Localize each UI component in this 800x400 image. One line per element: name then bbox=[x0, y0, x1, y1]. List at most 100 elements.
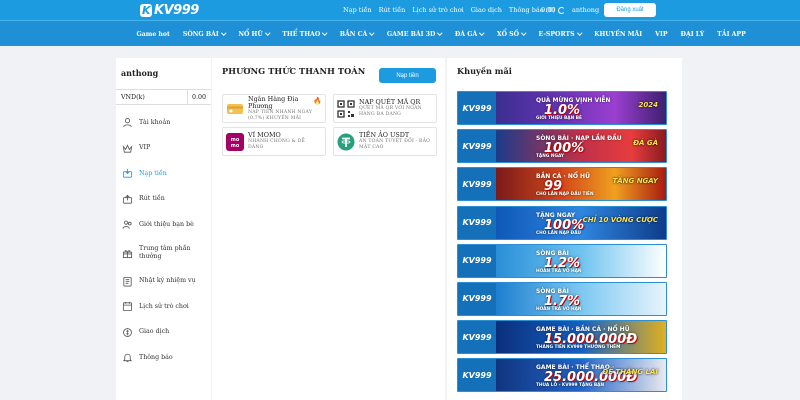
banner-tag: TẶNG NGAY bbox=[612, 177, 658, 186]
chevron-down-icon bbox=[221, 30, 227, 36]
banner-logo-text: KV999 bbox=[462, 332, 492, 342]
banner-art: TẶNG NGAY 100% CHO LẦN NẠP ĐẦU CHỈ 10 VÒNG … bbox=[496, 206, 666, 239]
flame-icon: 🔥 bbox=[313, 97, 322, 105]
top-link-game-history[interactable]: Lịch sử trò chơi bbox=[412, 6, 463, 14]
promo-banner-6[interactable]: KV999 GAME BÀI · BẮN CÁ · NỔ HŨ 15.000.000… bbox=[457, 320, 667, 355]
banner-logo-text: KV999 bbox=[462, 218, 492, 228]
chevron-down-icon bbox=[479, 30, 485, 36]
sidebar-item-5[interactable]: Trung tâm phần thưởng bbox=[116, 238, 211, 269]
chevron-down-icon bbox=[265, 30, 270, 36]
nav-item-7[interactable]: XỔ SỐ bbox=[490, 31, 532, 38]
banner-subline: HOÀN TRẢ VÔ HẠN bbox=[536, 268, 582, 274]
nav-item-label: ĐÁ GÀ bbox=[454, 30, 478, 38]
nav-item-6[interactable]: ĐÁ GÀ bbox=[448, 31, 490, 38]
promo-banner-7[interactable]: KV999 GAME BÀI · THỂ THAO 25.000.000Đ THUA … bbox=[457, 358, 667, 393]
sidebar-item-2[interactable]: Nạp tiền bbox=[116, 161, 211, 187]
banner-logo: KV999 bbox=[458, 244, 496, 277]
chevron-down-icon bbox=[521, 30, 527, 36]
nav-item-label: KHUYẾN MÃI bbox=[594, 30, 643, 38]
wallet-row: VND(k) 0.00 bbox=[116, 89, 211, 105]
sidebar-item-8[interactable]: Giao dịch bbox=[116, 320, 211, 346]
sidebar-item-label: Rút tiền bbox=[139, 195, 165, 203]
banner-art: SÒNG BÀI 1.2% HOÀN TRẢ VÔ HẠN bbox=[496, 244, 666, 277]
sidebar-item-label: Trung tâm phần thưởng bbox=[139, 245, 191, 260]
banner-subline: THĂNG TIẾN KV999 THƯỞNG THÊM bbox=[536, 345, 621, 351]
promotions-title: Khuyến mãi bbox=[457, 66, 512, 76]
sidebar-item-9[interactable]: Thông báo bbox=[116, 345, 211, 371]
nav-item-2[interactable]: NỔ HŨ bbox=[232, 31, 276, 38]
promo-banner-3[interactable]: KV999 TẶNG NGAY 100% CHO LẦN NẠP ĐẦU CHỈ 10 … bbox=[457, 205, 667, 240]
sidebar-item-7[interactable]: Lịch sử trò chơi bbox=[116, 294, 211, 320]
nav-item-11[interactable]: ĐẠI LÝ bbox=[674, 31, 711, 38]
nav-item-1[interactable]: SÒNG BÀI bbox=[176, 31, 231, 38]
nav-item-12[interactable]: TẢI APP bbox=[711, 31, 753, 38]
promo-banner-1[interactable]: KV999 SÒNG BÀI · NẠP LẦN ĐẦU 100% TẶNG NGAY… bbox=[457, 129, 667, 164]
nav-item-4[interactable]: BẮN CÁ bbox=[333, 31, 380, 38]
main-nav: Game hot SÒNG BÀI NỔ HŨ THỂ THAO BẮN CÁ GAME … bbox=[0, 20, 800, 46]
logout-button[interactable]: Đăng xuất bbox=[604, 3, 656, 17]
sidebar-item-3[interactable]: Rút tiền bbox=[116, 187, 211, 213]
banner-art: SÒNG BÀI · NẠP LẦN ĐẦU 100% TẶNG NGAY ĐÁ GÀ bbox=[496, 130, 666, 163]
promo-banner-2[interactable]: KV999 BẮN CÁ · NỔ HŨ 99 CHO LẦN NẠP ĐẦU TIÊ… bbox=[457, 167, 667, 202]
nav-item-9[interactable]: KHUYẾN MÃI bbox=[588, 31, 649, 38]
top-link-withdraw[interactable]: Rút tiền bbox=[379, 6, 406, 14]
nav-item-label: VIP bbox=[655, 30, 668, 38]
nav-item-3[interactable]: THỂ THAO bbox=[276, 31, 333, 38]
sidebar-item-label: Giao dịch bbox=[139, 328, 170, 336]
sidebar-username: anthong bbox=[121, 68, 159, 78]
refresh-icon[interactable] bbox=[558, 6, 566, 14]
sidebar-item-0[interactable]: Tài khoản bbox=[116, 110, 211, 136]
banner-logo-text: KV999 bbox=[462, 256, 492, 266]
banner-art: GAME BÀI · BẮN CÁ · NỔ HŨ 15.000.000Đ THĂN… bbox=[496, 321, 666, 354]
withdraw-icon bbox=[121, 193, 133, 205]
payment-method-3[interactable]: TIỀN ẢO USDT AN TOÀN TUYỆT ĐỐI - BẢO MẬT … bbox=[333, 127, 437, 156]
top-username[interactable]: anthong bbox=[572, 0, 599, 20]
banner-art: GAME BÀI · THỂ THAO 25.000.000Đ THUA LỖ - … bbox=[496, 359, 666, 392]
nav-item-label: BẮN CÁ bbox=[339, 30, 368, 38]
nav-item-10[interactable]: VIP bbox=[649, 31, 674, 38]
banner-tag: CHỈ 10 VÒNG CƯỢC bbox=[582, 215, 658, 224]
nav-item-8[interactable]: E-SPORTS bbox=[532, 31, 588, 38]
chevron-down-icon bbox=[576, 30, 582, 36]
payment-method-desc: NHANH CHÓNG & DỄ DÀNG bbox=[248, 139, 306, 150]
payment-method-desc: AN TOÀN TUYỆT ĐỐI - BẢO MẬT CAO bbox=[359, 139, 431, 150]
chevron-down-icon bbox=[322, 30, 328, 36]
nav-item-0[interactable]: Game hot bbox=[130, 31, 176, 38]
nav-item-5[interactable]: GAME BÀI 3D bbox=[380, 31, 448, 38]
svg-text:mo: mo bbox=[231, 143, 240, 149]
nav-item-label: SÒNG BÀI bbox=[182, 30, 219, 38]
sidebar-item-label: Tài khoản bbox=[139, 118, 171, 126]
promo-banner-4[interactable]: KV999 SÒNG BÀI 1.2% HOÀN TRẢ VÔ HẠN bbox=[457, 243, 667, 278]
banner-subline: TẶNG NGAY bbox=[536, 154, 565, 160]
chevron-down-icon bbox=[437, 30, 443, 36]
banner-logo-text: KV999 bbox=[462, 370, 492, 380]
payment-method-name: Ngân Hàng Địa Phương bbox=[248, 94, 299, 110]
account-sidebar: anthong VND(k) 0.00 Tài khoản VIP Nạp tiền… bbox=[116, 58, 211, 400]
promo-banners: KV999 QUÀ MỪNG VỊNH VIỄN 1.0% GIỚI THIỆU BẠ… bbox=[457, 91, 667, 397]
promo-banner-5[interactable]: KV999 SÒNG BÀI 1.7% HOÀN TRẢ VÔ HẠN bbox=[457, 281, 667, 316]
site-logo[interactable]: K KV999 bbox=[140, 0, 199, 20]
sidebar-item-label: Giới thiệu bạn bè bbox=[139, 220, 194, 228]
usdt-icon bbox=[337, 133, 355, 151]
sidebar-item-1[interactable]: VIP bbox=[116, 136, 211, 162]
referral-icon bbox=[121, 219, 133, 231]
banner-subline: CHO LẦN NẠP ĐẦU bbox=[536, 230, 582, 236]
promo-banner-0[interactable]: KV999 QUÀ MỪNG VỊNH VIỄN 1.0% GIỚI THIỆU BẠ… bbox=[457, 91, 667, 125]
payment-method-2[interactable]: mo mo VÍ MOMO NHANH CHÓNG & DỄ DÀNG bbox=[222, 127, 326, 156]
sidebar-item-6[interactable]: Nhật ký nhiệm vụ bbox=[116, 269, 211, 295]
sidebar-item-4[interactable]: Giới thiệu bạn bè bbox=[116, 212, 211, 238]
wallet-balance: 0.00 bbox=[186, 90, 206, 104]
payment-method-desc: QUÉT MÃ QR VỚI NGÂN HÀNG ĐA DẠNG bbox=[359, 106, 422, 117]
deposit-tab-button[interactable]: Nạp tiền bbox=[379, 68, 436, 83]
banner-logo: KV999 bbox=[458, 359, 496, 392]
banner-logo: KV999 bbox=[458, 92, 496, 124]
payment-method-1[interactable]: NẠP QUÉT MÃ QR QUÉT MÃ QR VỚI NGÂN HÀNG Đ… bbox=[333, 94, 437, 123]
top-balance: 0.00 bbox=[541, 0, 566, 20]
notification-icon bbox=[121, 352, 133, 364]
banner-art: SÒNG BÀI 1.7% HOÀN TRẢ VÔ HẠN bbox=[496, 282, 666, 315]
top-link-deposit[interactable]: Nạp tiền bbox=[343, 6, 372, 14]
payment-methods: Ngân Hàng Địa Phương NẠP TIỀN NHANH NGAY … bbox=[222, 94, 439, 156]
banner-logo-text: KV999 bbox=[462, 141, 492, 151]
top-link-transactions[interactable]: Giao dịch bbox=[471, 6, 502, 14]
payment-method-0[interactable]: Ngân Hàng Địa Phương NẠP TIỀN NHANH NGAY … bbox=[222, 94, 326, 123]
